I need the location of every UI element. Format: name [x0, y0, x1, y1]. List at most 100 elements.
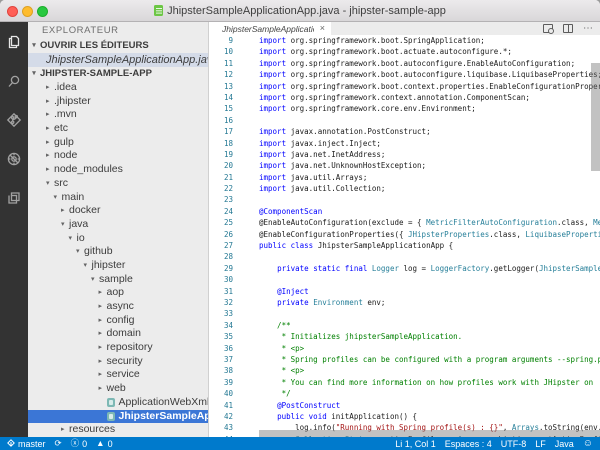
code-line[interactable]: 28 [209, 251, 600, 262]
open-editors-header[interactable]: ▾ OUVRIR LES ÉDITEURS [28, 39, 208, 53]
code-line[interactable]: 38 * <p> [209, 365, 600, 376]
tree-item-gulp[interactable]: ▸gulp [28, 136, 208, 150]
tree-item-docker[interactable]: ▸docker [28, 204, 208, 218]
tree-item-domain[interactable]: ▸domain [28, 327, 208, 341]
code-line[interactable]: 34 /** [209, 320, 600, 331]
code-line[interactable]: 14import org.springframework.context.ann… [209, 92, 600, 103]
tree-item-web[interactable]: ▸web [28, 382, 208, 396]
tree-item--mvn[interactable]: ▸.mvn [28, 108, 208, 122]
tree-item-security[interactable]: ▸security [28, 355, 208, 369]
tree-item--jhipster[interactable]: ▸.jhipster [28, 95, 208, 109]
tree-item-node-modules[interactable]: ▸node_modules [28, 163, 208, 177]
code-line[interactable]: 10import org.springframework.boot.actuat… [209, 46, 600, 57]
open-preview-icon[interactable] [543, 24, 553, 33]
code-editor[interactable]: 9import org.springframework.boot.SpringA… [209, 35, 600, 437]
sync-icon[interactable]: ⟳ [55, 439, 62, 448]
more-actions-icon[interactable]: ⋯ [583, 24, 594, 34]
debug-icon[interactable] [3, 148, 25, 170]
chevron-right-icon: ▸ [46, 136, 54, 150]
tree-item-repository[interactable]: ▸repository [28, 341, 208, 355]
code-line[interactable]: 24@ComponentScan [209, 206, 600, 217]
tree-item-config[interactable]: ▸config [28, 314, 208, 328]
tree-item-aop[interactable]: ▸aop [28, 286, 208, 300]
line-number: 42 [209, 411, 233, 422]
window-controls[interactable] [7, 6, 48, 17]
tree-item-service[interactable]: ▸service [28, 368, 208, 382]
code-line[interactable]: 35 * Initializes jhipsterSampleApplicati… [209, 331, 600, 342]
line-number: 15 [209, 103, 233, 114]
warning-indicator[interactable]: ▲ 0 [96, 439, 112, 449]
chevron-right-icon: ▸ [46, 81, 54, 95]
code-line[interactable]: 39 * You can find more information on ho… [209, 377, 600, 388]
tree-item-github[interactable]: ▾github [28, 245, 208, 259]
code-line[interactable]: 40 */ [209, 388, 600, 399]
close-window-button[interactable] [7, 6, 18, 17]
code-line[interactable]: 23 [209, 194, 600, 205]
open-editor-item[interactable]: JhipsterSampleApplicationApp.javasrc/m..… [28, 53, 208, 67]
tree-item-applicationwebxml-java[interactable]: ApplicationWebXml.java [28, 396, 208, 410]
error-indicator[interactable]: ⓧ 0 [71, 439, 88, 449]
tree-item-async[interactable]: ▸async [28, 300, 208, 314]
vertical-scrollbar[interactable] [591, 63, 600, 171]
tree-item-node[interactable]: ▸node [28, 149, 208, 163]
code-line[interactable]: 27public class JhipsterSampleApplication… [209, 240, 600, 251]
code-line[interactable]: 11import org.springframework.boot.autoco… [209, 58, 600, 69]
code-line[interactable]: 41 @PostConstruct [209, 400, 600, 411]
code-line[interactable]: 19import java.net.InetAddress; [209, 149, 600, 160]
code-line[interactable]: 12import org.springframework.boot.autoco… [209, 69, 600, 80]
code-line[interactable]: 33 [209, 308, 600, 319]
tree-item-label: config [107, 314, 135, 328]
explorer-icon[interactable] [3, 31, 25, 53]
git-branch-indicator[interactable]: master [7, 439, 46, 449]
tree-item-jhipstersampleapplicationapp-java[interactable]: JhipsterSampleApplicationApp.java [28, 410, 208, 424]
code-line[interactable]: 15import org.springframework.core.env.En… [209, 103, 600, 114]
tree-item-etc[interactable]: ▸etc [28, 122, 208, 136]
line-number: 18 [209, 138, 233, 149]
extensions-icon[interactable] [3, 187, 25, 209]
code-line[interactable]: 42 public void initApplication() { [209, 411, 600, 422]
code-line[interactable]: 26@EnableConfigurationProperties({ JHips… [209, 229, 600, 240]
code-line[interactable]: 32 private Environment env; [209, 297, 600, 308]
feedback-smiley-icon[interactable]: ☺ [583, 438, 593, 449]
tree-item-resources[interactable]: ▸resources [28, 423, 208, 437]
close-icon[interactable]: × [320, 24, 325, 33]
search-icon[interactable] [3, 70, 25, 92]
code-line[interactable]: 16 [209, 115, 600, 126]
project-section-label: JHIPSTER-SAMPLE-APP [40, 67, 152, 81]
line-number: 28 [209, 251, 233, 262]
code-line[interactable]: 36 * <p> [209, 343, 600, 354]
code-line[interactable]: 22import java.util.Collection; [209, 183, 600, 194]
code-line[interactable]: 20import java.net.UnknownHostException; [209, 160, 600, 171]
tree-item-jhipster[interactable]: ▾jhipster [28, 259, 208, 273]
project-section-header[interactable]: ▾ JHIPSTER-SAMPLE-APP [28, 67, 208, 81]
tree-item-io[interactable]: ▾io [28, 232, 208, 246]
source-control-icon[interactable] [3, 109, 25, 131]
code-line[interactable]: 9import org.springframework.boot.SpringA… [209, 35, 600, 46]
tree-item-main[interactable]: ▾main [28, 191, 208, 205]
tree-item-sample[interactable]: ▾sample [28, 273, 208, 287]
code-line[interactable]: 13import org.springframework.boot.contex… [209, 81, 600, 92]
code-line[interactable]: 37 * Spring profiles can be configured w… [209, 354, 600, 365]
status-item[interactable]: Java [555, 439, 574, 449]
tree-item--idea[interactable]: ▸.idea [28, 81, 208, 95]
code-text [233, 251, 259, 262]
code-line[interactable]: 31 @Inject [209, 286, 600, 297]
status-item[interactable]: LF [535, 439, 546, 449]
code-text: @EnableConfigurationProperties({ JHipste… [233, 229, 600, 240]
code-line[interactable]: 29 private static final Logger log = Log… [209, 263, 600, 274]
code-line[interactable]: 25@EnableAutoConfiguration(exclude = { M… [209, 217, 600, 228]
horizontal-scrollbar[interactable] [259, 430, 600, 437]
status-item[interactable]: Li 1, Col 1 [395, 439, 436, 449]
code-line[interactable]: 21import java.util.Arrays; [209, 172, 600, 183]
zoom-window-button[interactable] [37, 6, 48, 17]
tab-jhipstersampleapplicationapp[interactable]: JhipsterSampleApplicationApp.java × [209, 22, 331, 35]
tree-item-src[interactable]: ▾src [28, 177, 208, 191]
code-line[interactable]: 17import javax.annotation.PostConstruct; [209, 126, 600, 137]
tree-item-java[interactable]: ▾java [28, 218, 208, 232]
split-editor-icon[interactable] [563, 24, 573, 33]
code-line[interactable]: 30 [209, 274, 600, 285]
status-item[interactable]: UTF-8 [501, 439, 527, 449]
status-item[interactable]: Espaces : 4 [445, 439, 492, 449]
minimize-window-button[interactable] [22, 6, 33, 17]
code-line[interactable]: 18import javax.inject.Inject; [209, 138, 600, 149]
